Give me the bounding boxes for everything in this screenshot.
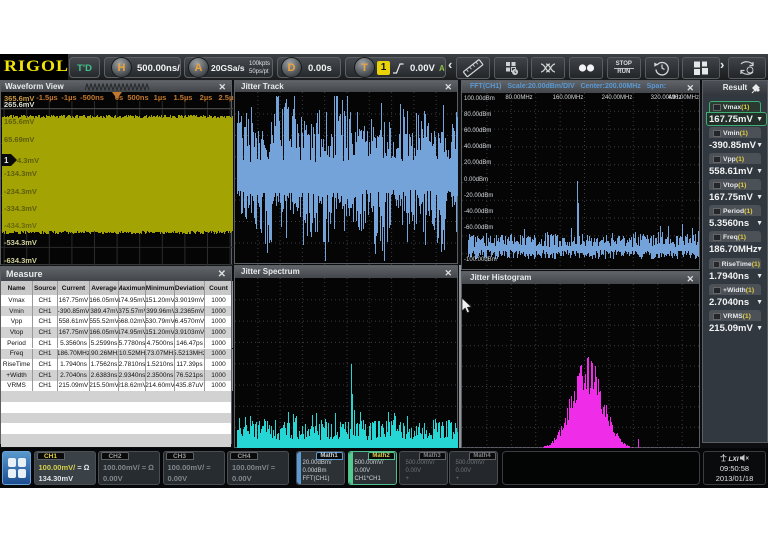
svg-text:1: 1 xyxy=(4,156,9,165)
